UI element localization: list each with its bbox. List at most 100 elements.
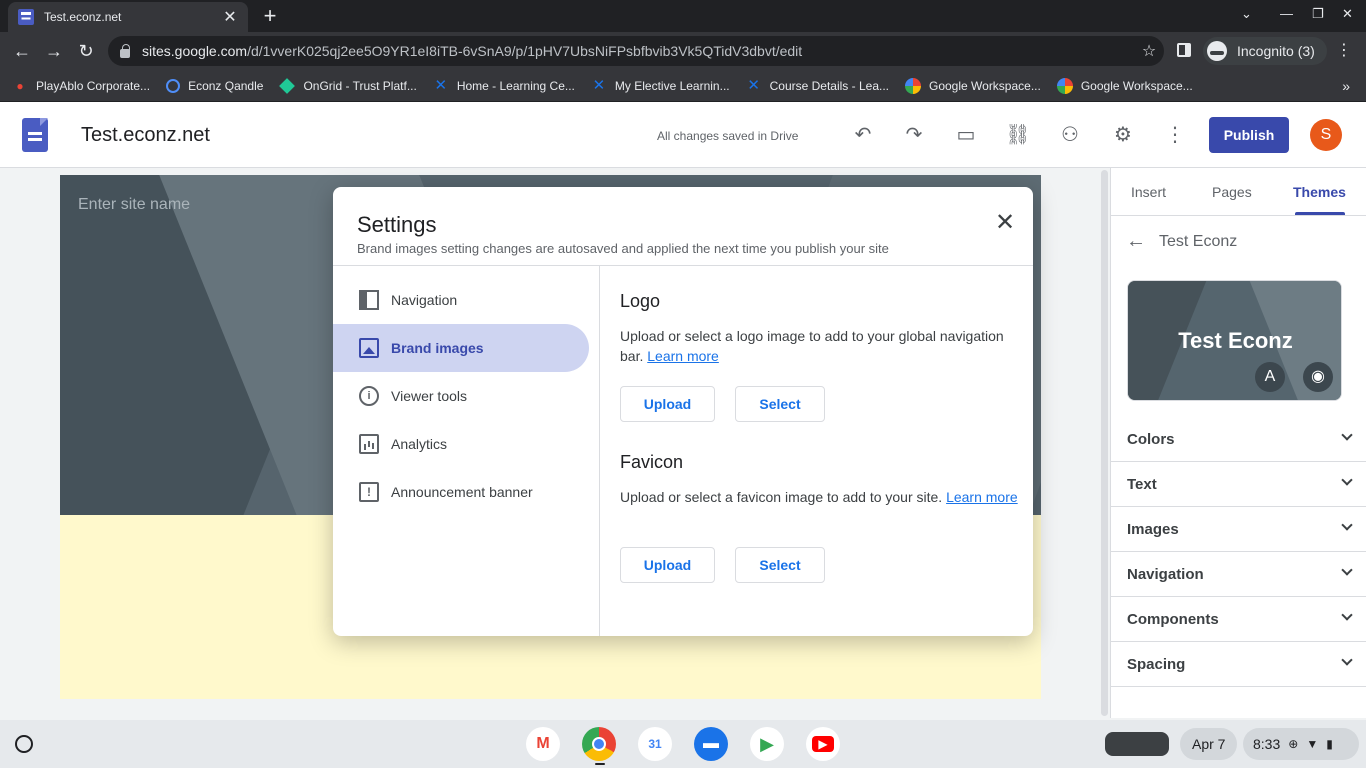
palette-icon[interactable]: ◉: [1303, 362, 1333, 392]
lock-icon: [120, 43, 130, 58]
undo-icon[interactable]: ↶: [849, 121, 877, 149]
settings-nav-viewer-tools[interactable]: i Viewer tools: [333, 372, 589, 420]
address-bar[interactable]: sites.google.com/d/1vverK025qj2ee5O9YR1e…: [108, 36, 1164, 66]
settings-nav-announcement-banner[interactable]: ! Announcement banner: [333, 468, 589, 516]
chevron-down-icon: [1341, 519, 1353, 531]
sites-app-bar: Test.econz.net All changes saved in Driv…: [0, 102, 1366, 168]
window-close-icon[interactable]: ✕: [1342, 6, 1353, 22]
x-icon: ✕: [747, 76, 760, 94]
more-bookmarks-icon[interactable]: »: [1342, 78, 1350, 94]
settings-nav-brand-images[interactable]: Brand images: [333, 324, 589, 372]
bookmark-item[interactable]: ✕ Course Details - Lea...: [746, 76, 889, 94]
chevron-down-icon: [1341, 474, 1353, 486]
window-thumbnail[interactable]: [1105, 732, 1169, 756]
site-name-input[interactable]: Enter site name: [78, 196, 190, 214]
calendar-icon[interactable]: 31: [638, 727, 672, 761]
date-tray[interactable]: Apr 7: [1180, 728, 1238, 760]
google-icon: [1056, 77, 1073, 94]
settings-gear-icon[interactable]: ⚙: [1109, 121, 1137, 149]
tab-title: Test.econz.net: [44, 10, 122, 24]
tab-close-icon[interactable]: ✕: [222, 7, 238, 27]
bookmark-item[interactable]: Google Workspace...: [1056, 77, 1193, 94]
play-store-icon[interactable]: ▶: [750, 727, 784, 761]
preview-devices-icon[interactable]: ▭: [952, 121, 980, 149]
accordion-spacing[interactable]: Spacing: [1111, 642, 1366, 687]
minimize-icon[interactable]: —: [1280, 6, 1293, 21]
accordion-text[interactable]: Text: [1111, 462, 1366, 507]
youtube-icon[interactable]: ▶: [806, 727, 840, 761]
restore-icon[interactable]: ❐: [1312, 6, 1324, 22]
os-shelf: M 31 ▬ ▶ ▶ Apr 7 8:33 ⊕ ▼ ▮: [0, 720, 1366, 768]
side-panel-icon[interactable]: [1177, 43, 1191, 57]
back-arrow-icon[interactable]: ←: [1126, 230, 1146, 253]
wifi-icon: ▼: [1306, 737, 1319, 751]
status-tray[interactable]: 8:33 ⊕ ▼ ▮: [1243, 728, 1359, 760]
theme-card-title: Test Econz: [1178, 328, 1293, 353]
bookmark-star-icon[interactable]: ☆: [1134, 41, 1164, 61]
chevron-down-icon: [1341, 564, 1353, 576]
copy-link-icon[interactable]: ⛓: [1004, 121, 1032, 149]
document-title[interactable]: Test.econz.net: [81, 124, 210, 147]
google-icon: [905, 77, 921, 94]
url-text[interactable]: sites.google.com/d/1vverK025qj2ee5O9YR1e…: [142, 43, 1134, 59]
tab-search-icon[interactable]: ⌄: [1241, 6, 1252, 22]
navigation-icon: [359, 290, 379, 310]
gmail-icon[interactable]: M: [526, 727, 560, 761]
themes-panel: Insert Pages Themes ← Test Econz Test Ec…: [1110, 168, 1366, 718]
bookmark-item[interactable]: Econz Qandle: [166, 78, 263, 93]
accordion-colors[interactable]: Colors: [1111, 417, 1366, 462]
favicon-upload-button[interactable]: Upload: [620, 547, 715, 583]
sites-favicon-icon: [18, 9, 34, 25]
logo-description: Upload or select a logo image to add to …: [620, 328, 1004, 364]
favicon-select-button[interactable]: Select: [735, 547, 825, 583]
incognito-icon: [1207, 41, 1227, 61]
new-tab-button[interactable]: +: [259, 4, 281, 28]
logo-select-button[interactable]: Select: [735, 386, 825, 422]
redo-icon[interactable]: ↷: [900, 121, 928, 149]
favicon-learn-more-link[interactable]: Learn more: [946, 489, 1018, 505]
accordion-components[interactable]: Components: [1111, 597, 1366, 642]
theme-preview-card[interactable]: Test Econz A ◉: [1127, 280, 1342, 401]
bookmarks-bar: ● PlayAblo Corporate... Econz Qandle OnGr…: [0, 70, 1366, 102]
google-sites-logo-icon[interactable]: [22, 118, 48, 152]
font-style-icon[interactable]: A: [1255, 362, 1285, 392]
image-icon: [359, 338, 379, 358]
bookmark-item[interactable]: ✕ My Elective Learnin...: [591, 77, 730, 94]
account-avatar[interactable]: S: [1310, 119, 1342, 151]
bookmark-item[interactable]: OnGrid - Trust Platf...: [279, 77, 417, 94]
canvas-scrollbar[interactable]: [1101, 170, 1108, 716]
add-circle-icon: ⊕: [1288, 737, 1299, 751]
logo-learn-more-link[interactable]: Learn more: [647, 348, 719, 364]
tab-themes[interactable]: Themes: [1293, 184, 1346, 200]
settings-nav-analytics[interactable]: Analytics: [333, 420, 589, 468]
dialog-subtitle: Brand images setting changes are autosav…: [357, 241, 889, 256]
bookmark-item[interactable]: Google Workspace...: [905, 77, 1041, 94]
close-icon[interactable]: ✕: [993, 211, 1017, 235]
launcher-icon[interactable]: [15, 735, 33, 753]
logo-upload-button[interactable]: Upload: [620, 386, 715, 422]
publish-button[interactable]: Publish: [1209, 117, 1289, 153]
bookmark-item[interactable]: ● PlayAblo Corporate...: [12, 78, 150, 94]
reload-icon[interactable]: ↻: [73, 38, 99, 64]
chevron-down-icon: [1341, 609, 1353, 621]
battery-icon: ▮: [1326, 737, 1333, 751]
tab-pages[interactable]: Pages: [1212, 184, 1252, 200]
settings-nav-navigation[interactable]: Navigation: [333, 276, 589, 324]
forward-arrow-icon[interactable]: →: [41, 38, 67, 64]
share-icon[interactable]: ⚇: [1056, 121, 1084, 149]
back-arrow-icon[interactable]: ←: [9, 38, 35, 64]
accordion-navigation[interactable]: Navigation: [1111, 552, 1366, 597]
bookmark-item[interactable]: ✕ Home - Learning Ce...: [433, 77, 575, 94]
chevron-down-icon: [1341, 429, 1353, 441]
chrome-icon[interactable]: [582, 727, 616, 761]
accordion-images[interactable]: Images: [1111, 507, 1366, 552]
browser-tab[interactable]: Test.econz.net ✕: [8, 2, 248, 32]
incognito-profile-button[interactable]: Incognito (3): [1203, 37, 1327, 65]
tab-insert[interactable]: Insert: [1131, 184, 1166, 200]
more-options-icon[interactable]: ⋮: [1161, 121, 1189, 149]
browser-menu-icon[interactable]: ⋮: [1336, 40, 1352, 60]
browser-toolbar: ← → ↻ sites.google.com/d/1vverK025qj2ee5…: [0, 32, 1366, 70]
profile-label: Incognito (3): [1237, 43, 1315, 59]
save-status: All changes saved in Drive: [657, 129, 799, 143]
files-icon[interactable]: ▬: [694, 727, 728, 761]
